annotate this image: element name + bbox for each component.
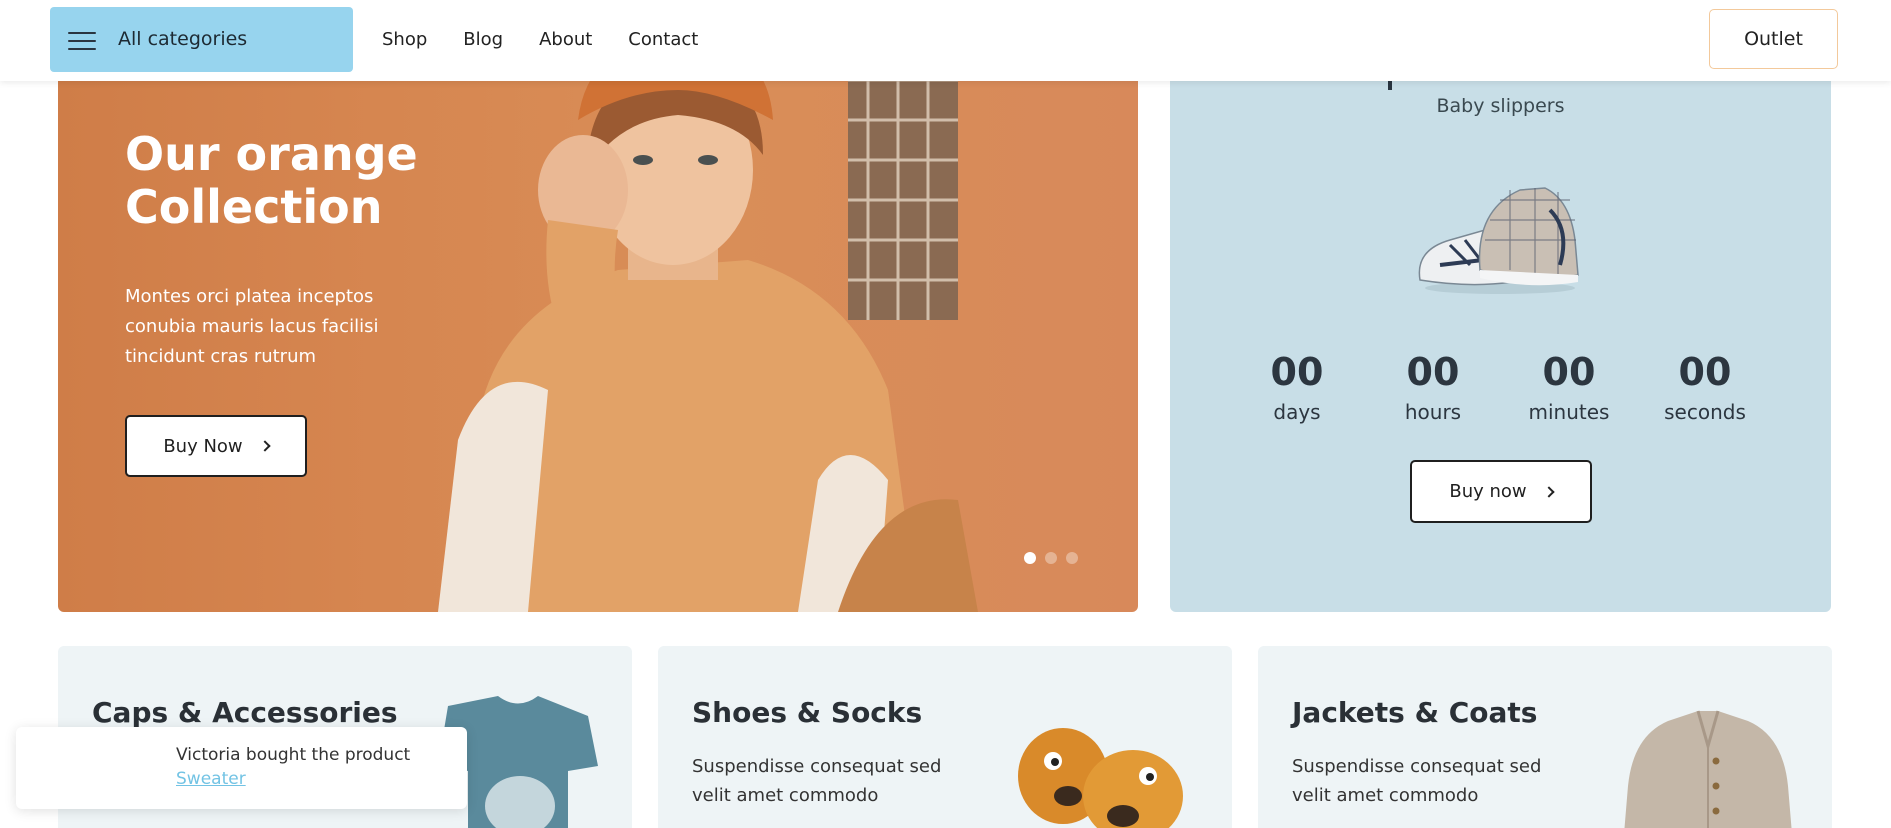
- hero-buy-now-label: Buy Now: [163, 435, 243, 457]
- category-card-title: Shoes & Socks: [692, 696, 923, 729]
- countdown-hours-label: hours: [1404, 400, 1462, 424]
- countdown-days: 00 days: [1237, 350, 1357, 424]
- countdown-seconds-label: seconds: [1664, 400, 1746, 424]
- hero-title: Our orange Collection: [125, 127, 418, 234]
- category-card-jackets[interactable]: Jackets & Coats Suspendisse consequat se…: [1258, 646, 1832, 828]
- nav-about[interactable]: About: [539, 29, 592, 50]
- nav-blog[interactable]: Blog: [463, 29, 503, 50]
- slider-dots: [1024, 552, 1078, 564]
- site-header: All categories Shop Blog About Contact O…: [0, 0, 1891, 81]
- hero-banner: Our orange Collection Montes orci platea…: [58, 60, 1138, 612]
- slider-dot-1[interactable]: [1024, 552, 1036, 564]
- purchase-notification-message: Victoria bought the product: [176, 745, 411, 765]
- countdown-seconds: 00 seconds: [1645, 350, 1765, 424]
- countdown-hours-value: 00: [1406, 350, 1460, 394]
- category-card-title: Jackets & Coats: [1292, 696, 1538, 729]
- purchase-notification-product-link[interactable]: Sweater: [176, 769, 246, 789]
- hero-description: Montes orci platea inceptos conubia maur…: [125, 286, 379, 367]
- promo-buy-now-button[interactable]: Buy now: [1410, 460, 1592, 523]
- menu-icon: [68, 30, 98, 50]
- category-card-title: Caps & Accessories: [92, 696, 398, 729]
- countdown-seconds-value: 00: [1678, 350, 1732, 394]
- nav-shop[interactable]: Shop: [382, 29, 427, 50]
- category-card-text: Suspendisse consequat sed velit amet com…: [1292, 756, 1542, 806]
- main-nav: Shop Blog About Contact: [382, 0, 734, 78]
- countdown-minutes-value: 00: [1542, 350, 1596, 394]
- slider-dot-2[interactable]: [1045, 552, 1057, 564]
- countdown-minutes-label: minutes: [1528, 400, 1610, 424]
- all-categories-button[interactable]: All categories: [50, 7, 353, 72]
- countdown-days-value: 00: [1270, 350, 1324, 394]
- hero-buy-now-button[interactable]: Buy Now: [125, 415, 307, 477]
- category-card-text: Suspendisse consequat sed velit amet com…: [692, 756, 942, 806]
- slider-dot-3[interactable]: [1066, 552, 1078, 564]
- chevron-right-icon: [1542, 485, 1555, 498]
- countdown-hours: 00 hours: [1373, 350, 1493, 424]
- slippers-image: [1018, 728, 1183, 828]
- category-card-shoes[interactable]: Shoes & Socks Suspendisse consequat sed …: [658, 646, 1232, 828]
- promo-subtitle: Baby slippers: [1436, 95, 1565, 117]
- outlet-button[interactable]: Outlet: [1709, 9, 1838, 69]
- purchase-notification: Victoria bought the product Sweater: [16, 727, 467, 809]
- nav-contact[interactable]: Contact: [628, 29, 698, 50]
- all-categories-label: All categories: [118, 28, 248, 50]
- baby-shoes-image: [1418, 187, 1579, 294]
- chevron-right-icon: [259, 440, 271, 452]
- cardigan-image: [1624, 710, 1792, 828]
- countdown-minutes: 00 minutes: [1509, 350, 1629, 424]
- promo-buy-now-label: Buy now: [1449, 481, 1527, 502]
- countdown-promo: Baby slippers 00 days 00 hours 00 minute…: [1170, 60, 1831, 612]
- countdown-days-label: days: [1273, 400, 1321, 424]
